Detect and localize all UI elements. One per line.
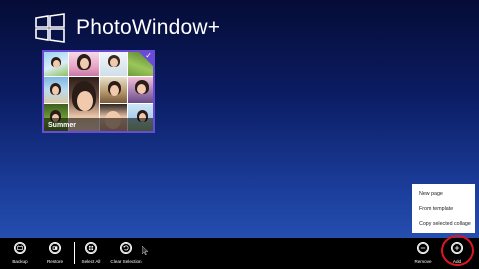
select-all-label: Select All: [81, 259, 101, 264]
collage-photo: [100, 52, 127, 76]
windows-logo-icon: [35, 13, 65, 43]
restore-icon: [49, 242, 61, 254]
backup-button[interactable]: Backup: [5, 238, 35, 269]
menu-item-new-page[interactable]: New page: [412, 187, 475, 202]
collage-tile[interactable]: Summer ✓: [42, 50, 155, 133]
collage-photo: [69, 52, 99, 76]
collage-photo: [100, 77, 127, 103]
clear-selection-icon: [120, 242, 132, 254]
remove-button[interactable]: Remove: [408, 238, 438, 269]
app-header: PhotoWindow+: [34, 12, 220, 44]
clear-selection-button[interactable]: Clear Selection: [110, 238, 142, 269]
add-label: Add: [452, 259, 462, 264]
clear-selection-label: Clear Selection: [110, 259, 142, 264]
app-bar: Backup Restore Select All Clear Selectio…: [0, 238, 479, 269]
mouse-cursor-icon: [142, 246, 148, 255]
app-title: PhotoWindow+: [76, 16, 221, 39]
minus-icon: [417, 242, 429, 254]
collage-label: Summer: [48, 122, 77, 129]
checkmark-icon: ✓: [145, 51, 152, 60]
menu-item-copy-selected-collage[interactable]: Copy selected collage: [412, 217, 475, 232]
menu-item-from-template[interactable]: From template: [412, 202, 475, 217]
backup-icon: [14, 242, 26, 254]
backup-label: Backup: [12, 259, 28, 264]
select-all-icon: [85, 242, 97, 254]
app-screen: PhotoWindow+ Summer ✓ New page From temp…: [0, 0, 479, 269]
restore-button[interactable]: Restore: [40, 238, 70, 269]
select-all-button[interactable]: Select All: [76, 238, 106, 269]
restore-label: Restore: [46, 259, 64, 264]
add-popup-menu: New page From template Copy selected col…: [412, 184, 475, 233]
add-button[interactable]: Add: [442, 238, 472, 269]
plus-icon: [451, 242, 463, 254]
collage-photo: [128, 77, 153, 103]
collage-photo: [44, 77, 68, 103]
collage-photo: [44, 52, 68, 76]
